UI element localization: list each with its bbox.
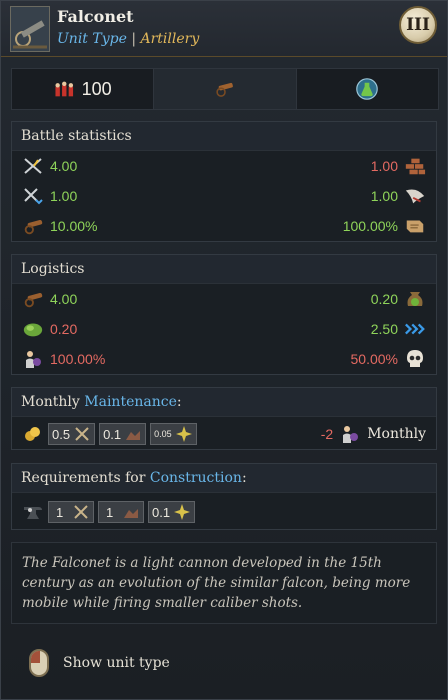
unit-subtitle: Unit Type | Artillery [57, 31, 199, 47]
construction-tools-value: 1 [56, 504, 64, 520]
unit-type-label: Unit Type [57, 31, 127, 47]
casualty-value: 50.00% [350, 351, 398, 367]
construction-ore-icon [122, 503, 140, 521]
maintenance-title-suffix: : [176, 394, 182, 410]
charge-icon [22, 187, 44, 205]
show-unit-type-hint[interactable]: Show unit type [29, 649, 170, 677]
gunpowder-icon [175, 425, 193, 443]
manpower-icon [339, 425, 361, 443]
unit-tooltip: Falconet Unit Type | Artillery III 100 B… [0, 0, 448, 700]
construction-ore-value: 1 [106, 504, 114, 520]
maintenance-ore-value: 0.1 [103, 426, 122, 442]
food-sack-icon [404, 290, 426, 308]
logistics-row-2: 0.20 2.50 [12, 314, 436, 344]
armor-piercing-value: 100.00% [342, 218, 398, 234]
maintenance-tools-value: 0.5 [52, 426, 71, 442]
wing-icon [404, 187, 426, 205]
potion-icon [356, 78, 379, 100]
logistics-row-3: 100.00% 50.00% [12, 344, 436, 374]
gold-coins-icon [22, 425, 44, 443]
scroll-icon [404, 217, 426, 235]
supply-value: 0.20 [50, 321, 78, 337]
cannon-icon [214, 80, 236, 98]
food-consumption-value: 0.20 [370, 291, 398, 307]
population-icon [22, 350, 44, 368]
maintenance-row: 0.5 0.1 0.05 -2 Monthly [12, 417, 436, 451]
maintenance-panel: Monthly Maintenance: 0.5 0.1 0.05 -2 Mon… [11, 387, 437, 450]
construction-panel: Requirements for Construction: 1 1 0.1 [11, 463, 437, 530]
construction-gunpowder-value: 0.1 [152, 504, 171, 520]
maintenance-chip-gunpowder: 0.05 [150, 423, 197, 445]
morale-value: 1.00 [370, 188, 398, 204]
small-cannon-icon [22, 217, 44, 235]
battle-statistics-panel: Battle statistics 4.00 1.00 1.00 1.00 10… [11, 121, 437, 242]
construction-chip-ore: 1 [98, 501, 144, 523]
maintenance-chip-tools: 0.5 [48, 423, 96, 445]
maintenance-cost-value: -2 [320, 426, 334, 442]
unit-name: Falconet [57, 7, 134, 26]
unit-description: The Falconet is a light cannon developed… [11, 542, 437, 624]
mouse-left-click-icon [29, 649, 49, 677]
tier-badge: III [399, 6, 437, 44]
ranged-value: 10.00% [50, 218, 98, 234]
soldiers-icon [54, 80, 76, 98]
construction-chip-gunpowder: 0.1 [148, 501, 196, 523]
construction-title-prefix: Requirements for [21, 470, 146, 486]
maintenance-chip-ore: 0.1 [99, 423, 147, 445]
unit-portrait [10, 6, 50, 52]
charge-value: 1.00 [50, 188, 78, 204]
unit-type-value: Artillery [140, 31, 200, 47]
speed-chevrons-icon [404, 320, 426, 338]
melee-attack-icon [22, 157, 44, 175]
construction-title-suffix: : [241, 470, 247, 486]
battle-row-charge: 1.00 1.00 [12, 181, 436, 211]
maintenance-title: Monthly Maintenance: [12, 388, 436, 417]
tab-potion[interactable] [297, 69, 438, 109]
tab-soldiers[interactable]: 100 [12, 69, 155, 109]
tooltip-header: Falconet Unit Type | Artillery III [1, 1, 447, 57]
skull-icon [404, 350, 426, 368]
soldier-count: 100 [81, 78, 112, 99]
logistics-title: Logistics [12, 255, 436, 284]
tab-cannon[interactable] [154, 69, 297, 109]
cannon-weight-icon [22, 290, 44, 308]
supplies-icon [22, 320, 44, 338]
maintenance-period: Monthly [367, 426, 426, 442]
construction-gunpowder-icon [173, 503, 191, 521]
attack-value: 4.00 [50, 158, 78, 174]
logistics-row-1: 4.00 0.20 [12, 284, 436, 314]
wall-damage-value: 1.00 [370, 158, 398, 174]
subtitle-separator: | [131, 31, 137, 47]
maintenance-gunpowder-value: 0.05 [154, 429, 172, 439]
construction-chips: 1 1 0.1 [22, 493, 196, 531]
bricks-icon [404, 157, 426, 175]
logistics-weight-value: 4.00 [50, 291, 78, 307]
battle-statistics-title: Battle statistics [12, 122, 436, 151]
population-value: 100.00% [50, 351, 106, 367]
maintenance-title-prefix: Monthly [21, 394, 80, 410]
tools-icon [73, 425, 91, 443]
maintenance-chips: 0.5 0.1 0.05 [22, 417, 197, 451]
construction-row: 1 1 0.1 [12, 493, 436, 531]
unit-tabs: 100 [11, 68, 439, 110]
battle-row-attack: 4.00 1.00 [12, 151, 436, 181]
construction-tools-icon [72, 503, 90, 521]
construction-chip-tools: 1 [48, 501, 94, 523]
logistics-panel: Logistics 4.00 0.20 0.20 2.50 100.00% 50… [11, 254, 437, 375]
ore-icon [124, 425, 142, 443]
speed-value: 2.50 [370, 321, 398, 337]
construction-title-highlight: Construction [149, 470, 242, 486]
anvil-icon [22, 503, 44, 521]
maintenance-title-highlight: Maintenance [84, 394, 177, 410]
show-unit-type-label: Show unit type [63, 655, 170, 671]
battle-row-ranged: 10.00% 100.00% [12, 211, 436, 241]
construction-title: Requirements for Construction: [12, 464, 436, 493]
